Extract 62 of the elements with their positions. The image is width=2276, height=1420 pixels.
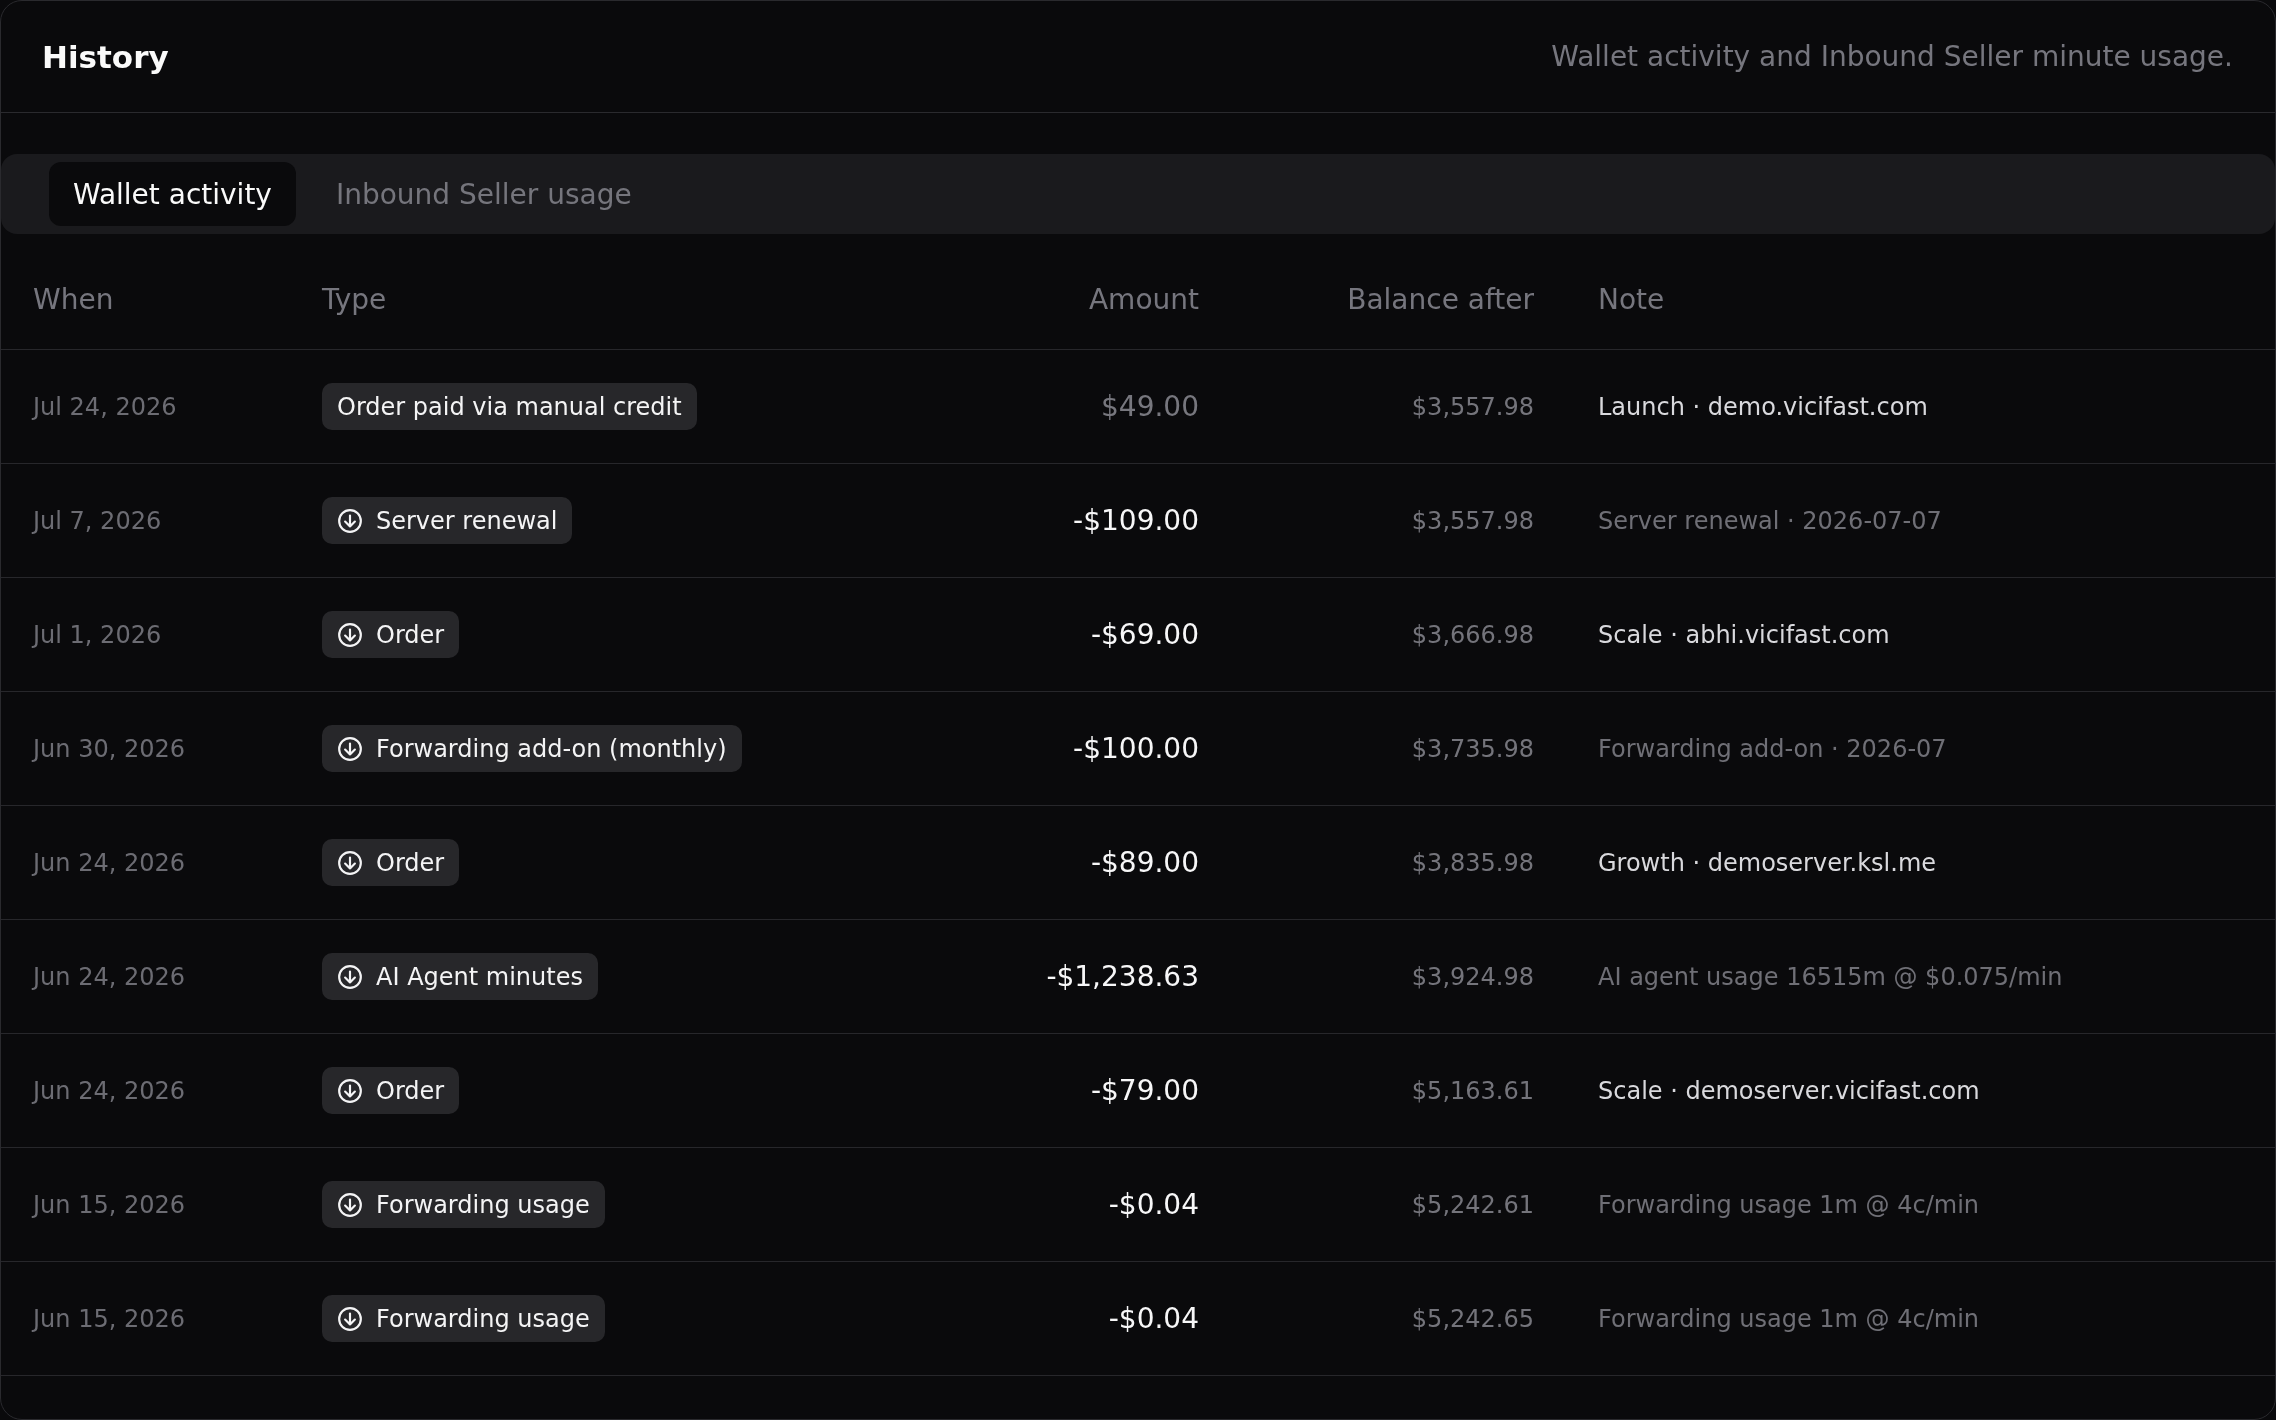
balance-text: $5,163.61 bbox=[1411, 1076, 1534, 1105]
note-text: Forwarding add-on · 2026-07 bbox=[1598, 734, 1947, 763]
type-label: Server renewal bbox=[376, 506, 558, 535]
column-header: Type bbox=[322, 283, 387, 316]
arrow-down-circle-icon bbox=[337, 1191, 363, 1218]
amount-text: $49.00 bbox=[1101, 390, 1199, 423]
panel-title: History bbox=[42, 38, 169, 75]
column-header: Balance after bbox=[1347, 283, 1534, 316]
amount-text: -$69.00 bbox=[1090, 618, 1199, 651]
amount-text: -$79.00 bbox=[1090, 1074, 1199, 1107]
type-label: AI Agent minutes bbox=[376, 962, 583, 991]
arrow-down-circle-icon bbox=[337, 621, 363, 648]
note-text: Server renewal · 2026-07-07 bbox=[1598, 506, 1942, 535]
balance-text: $3,666.98 bbox=[1411, 620, 1534, 649]
amount-text: -$89.00 bbox=[1090, 846, 1199, 879]
date-text: Jun 24, 2026 bbox=[33, 962, 185, 991]
balance-text: $3,835.98 bbox=[1411, 848, 1534, 877]
arrow-down-circle-icon bbox=[337, 507, 363, 534]
arrow-down-circle-icon bbox=[337, 1077, 363, 1104]
date-text: Jul 24, 2026 bbox=[33, 392, 177, 421]
type-label: Order bbox=[376, 620, 445, 649]
note-text: AI agent usage 16515m @ $0.075/min bbox=[1598, 962, 2063, 991]
balance-text: $3,557.98 bbox=[1411, 506, 1534, 535]
balance-text: $3,924.98 bbox=[1411, 962, 1534, 991]
column-header: When bbox=[33, 283, 114, 316]
type-label: Forwarding usage bbox=[376, 1304, 590, 1333]
panel-subtitle: Wallet activity and Inbound Seller minute usage. bbox=[1551, 40, 2233, 73]
type-label: Forwarding add-on (monthly) bbox=[376, 734, 727, 763]
note-text: Launch · demo.vicifast.com bbox=[1598, 392, 1928, 421]
balance-text: $5,242.61 bbox=[1411, 1190, 1534, 1219]
arrow-down-circle-icon bbox=[337, 849, 363, 876]
note-text: Scale · abhi.vicifast.com bbox=[1598, 620, 1890, 649]
balance-text: $3,557.98 bbox=[1411, 392, 1534, 421]
tab[interactable]: Inbound Seller usage bbox=[311, 162, 656, 226]
balance-text: $5,242.65 bbox=[1411, 1304, 1534, 1333]
date-text: Jul 1, 2026 bbox=[33, 620, 162, 649]
date-text: Jun 15, 2026 bbox=[33, 1304, 185, 1333]
note-text: Forwarding usage 1m @ 4c/min bbox=[1598, 1190, 1980, 1219]
date-text: Jul 7, 2026 bbox=[33, 506, 162, 535]
date-text: Jun 24, 2026 bbox=[33, 848, 185, 877]
amount-text: -$0.04 bbox=[1108, 1188, 1199, 1221]
note-text: Growth · demoserver.ksl.me bbox=[1598, 848, 1937, 877]
date-text: Jun 30, 2026 bbox=[33, 734, 185, 763]
type-label: Order paid via manual credit bbox=[337, 392, 682, 421]
date-text: Jun 15, 2026 bbox=[33, 1190, 185, 1219]
column-header: Amount bbox=[1088, 283, 1199, 316]
type-label: Order bbox=[376, 1076, 445, 1105]
arrow-down-circle-icon bbox=[337, 735, 363, 762]
amount-text: -$0.04 bbox=[1108, 1302, 1199, 1335]
note-text: Forwarding usage 1m @ 4c/min bbox=[1598, 1304, 1980, 1333]
type-label: Forwarding usage bbox=[376, 1190, 590, 1219]
type-label: Order bbox=[376, 848, 445, 877]
amount-text: -$1,238.63 bbox=[1046, 960, 1199, 993]
balance-text: $3,735.98 bbox=[1411, 734, 1534, 763]
amount-text: -$100.00 bbox=[1073, 732, 1199, 765]
note-text: Scale · demoserver.vicifast.com bbox=[1598, 1076, 1980, 1105]
column-header: Note bbox=[1598, 283, 1665, 316]
arrow-down-circle-icon bbox=[337, 963, 363, 990]
tab[interactable]: Wallet activity bbox=[49, 162, 296, 226]
arrow-down-circle-icon bbox=[337, 1305, 363, 1332]
date-text: Jun 24, 2026 bbox=[33, 1076, 185, 1105]
amount-text: -$109.00 bbox=[1073, 504, 1199, 537]
